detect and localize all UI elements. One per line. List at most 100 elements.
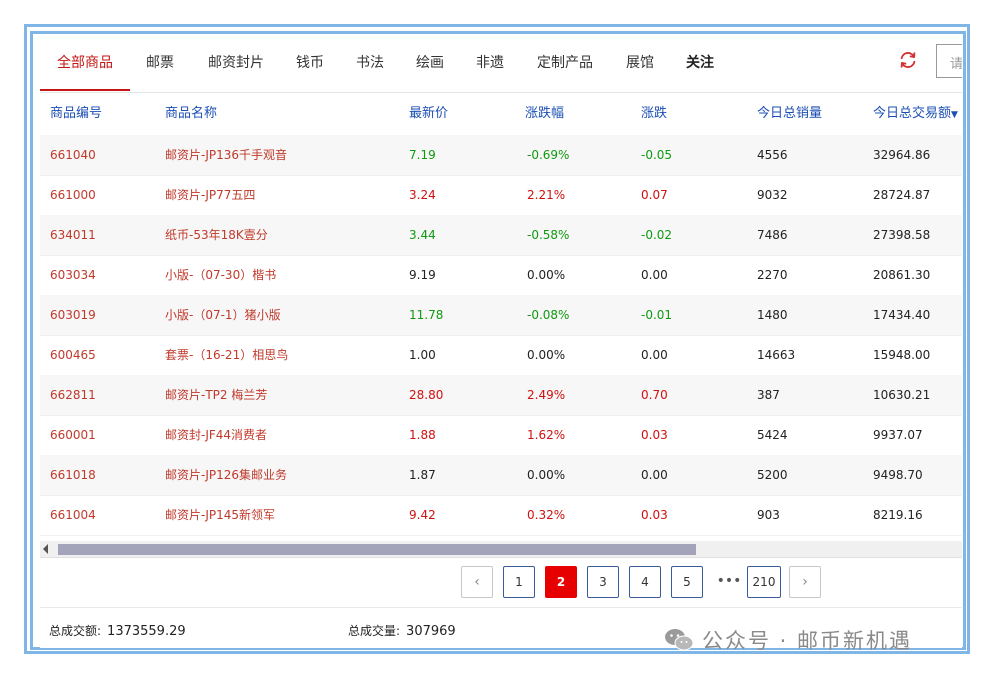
tab-intangible-heritage[interactable]: 非遗 xyxy=(466,36,514,91)
active-tab-indicator xyxy=(40,89,130,91)
column-header-amount-label: 今日总交易额 xyxy=(873,106,952,121)
cell-name[interactable]: 套票-（16-21）相思鸟 xyxy=(165,335,288,375)
cell-price: 9.19 xyxy=(409,268,436,282)
cell-price: 9.42 xyxy=(409,508,436,522)
cell-amount: 17434.40 xyxy=(873,308,931,322)
page-button-4[interactable]: 4 xyxy=(629,566,661,598)
page-button-1[interactable]: 1 xyxy=(503,566,535,598)
table-row[interactable]: 603034 小版-（07-30）楷书 9.19 0.00% 0.00 2270 20861… xyxy=(40,255,962,296)
tab-painting[interactable]: 绘画 xyxy=(406,36,454,91)
cell-code[interactable]: 600465 xyxy=(50,335,96,375)
cell-volume: 5424 xyxy=(757,428,788,442)
cell-amount: 27398.58 xyxy=(873,228,931,242)
cell-volume: 14663 xyxy=(757,348,796,362)
tab-follow[interactable]: 关注 xyxy=(676,36,724,91)
tab-calligraphy[interactable]: 书法 xyxy=(346,36,394,91)
cell-name[interactable]: 纸币-53年18K壹分 xyxy=(165,215,268,255)
cell-change-pct: 2.21% xyxy=(527,188,566,202)
cell-code[interactable]: 603019 xyxy=(50,295,96,335)
tab-postal-stationery[interactable]: 邮资封片 xyxy=(198,36,274,91)
cell-name[interactable]: 邮资片-JP136千手观音 xyxy=(165,135,287,175)
cell-name[interactable]: 小版-（07-1）猪小版 xyxy=(165,295,281,335)
category-tabs: 全部商品 邮票 邮资封片 钱币 书法 绘画 非遗 定制产品 展馆 关注 请 xyxy=(40,36,962,93)
tab-coins[interactable]: 钱币 xyxy=(286,36,334,91)
table-row[interactable]: 662811 邮资片-TP2 梅兰芳 28.80 2.49% 0.70 387 10630.… xyxy=(40,375,962,416)
cell-name[interactable]: 邮资片-TP2 梅兰芳 xyxy=(165,375,267,415)
cell-name[interactable]: 邮资片-JP126集邮业务 xyxy=(165,455,287,495)
cell-amount: 8219.16 xyxy=(873,508,923,522)
cell-change-pct: 0.00% xyxy=(527,348,566,362)
search-placeholder: 请 xyxy=(950,57,962,72)
total-turnover-label: 总成交额: xyxy=(49,624,102,638)
column-header-price[interactable]: 最新价 xyxy=(409,93,448,135)
cell-change: 0.03 xyxy=(641,508,668,522)
cell-code[interactable]: 661000 xyxy=(50,175,96,215)
cell-volume: 4556 xyxy=(757,148,788,162)
cell-code[interactable]: 634011 xyxy=(50,215,96,255)
cell-change-pct: -0.58% xyxy=(527,228,570,242)
cell-code[interactable]: 660001 xyxy=(50,415,96,455)
refresh-icon[interactable] xyxy=(898,50,918,70)
cell-name[interactable]: 邮资封-JF44消费者 xyxy=(165,415,267,455)
cell-code[interactable]: 661004 xyxy=(50,495,96,535)
column-header-change-pct[interactable]: 涨跌幅 xyxy=(525,93,564,135)
table-row[interactable]: 661040 邮资片-JP136千手观音 7.19 -0.69% -0.05 4556 32… xyxy=(40,135,962,176)
cell-code[interactable]: 661040 xyxy=(50,135,96,175)
cell-volume: 2270 xyxy=(757,268,788,282)
cell-change: 0.70 xyxy=(641,388,668,402)
cell-name[interactable]: 小版-（07-30）楷书 xyxy=(165,255,276,295)
column-header-amount[interactable]: 今日总交易额▼ xyxy=(873,93,958,136)
page-button-3[interactable]: 3 xyxy=(587,566,619,598)
tab-stamps[interactable]: 邮票 xyxy=(132,36,188,91)
page-button-5[interactable]: 5 xyxy=(671,566,703,598)
column-header-name[interactable]: 商品名称 xyxy=(165,93,217,135)
cell-name[interactable]: 邮资片-JP145新领军 xyxy=(165,495,275,535)
table-row[interactable]: 660001 邮资封-JF44消费者 1.88 1.62% 0.03 5424 9937.0… xyxy=(40,415,962,456)
cell-change: -0.02 xyxy=(641,228,673,242)
cell-code[interactable]: 662811 xyxy=(50,375,96,415)
next-page-button[interactable]: › xyxy=(789,566,821,598)
table-header: 商品编号 商品名称 最新价 涨跌幅 涨跌 今日总销量 今日总交易额▼ xyxy=(40,93,962,136)
column-header-volume[interactable]: 今日总销量 xyxy=(757,93,822,135)
table-row[interactable]: 600465 套票-（16-21）相思鸟 1.00 0.00% 0.00 14663 159… xyxy=(40,335,962,376)
wechat-icon xyxy=(665,629,694,651)
tab-custom-products[interactable]: 定制产品 xyxy=(528,36,602,91)
horizontal-scrollbar[interactable] xyxy=(40,541,962,558)
total-volume-value: 307969 xyxy=(406,624,456,639)
cell-price: 28.80 xyxy=(409,388,444,402)
cell-volume: 387 xyxy=(757,388,780,402)
cell-price: 11.78 xyxy=(409,308,444,322)
cell-price: 3.44 xyxy=(409,228,436,242)
cell-change: 0.00 xyxy=(641,268,668,282)
page-button-2[interactable]: 2 xyxy=(545,566,577,598)
cell-change: -0.05 xyxy=(641,148,673,162)
search-input[interactable]: 请 xyxy=(936,44,962,78)
cell-change-pct: -0.69% xyxy=(527,148,570,162)
total-turnover: 总成交额: 1373559.29 xyxy=(49,622,186,639)
column-header-code[interactable]: 商品编号 xyxy=(50,93,102,135)
table-row[interactable]: 634011 纸币-53年18K壹分 3.44 -0.58% -0.02 7486 2739… xyxy=(40,215,962,256)
tab-exhibition[interactable]: 展馆 xyxy=(616,36,664,91)
table-row[interactable]: 603019 小版-（07-1）猪小版 11.78 -0.08% -0.01 1480 17… xyxy=(40,295,962,336)
scroll-left-arrow-icon[interactable] xyxy=(43,544,48,554)
prev-page-button[interactable]: ‹ xyxy=(461,566,493,598)
market-panel: 全部商品 邮票 邮资封片 钱币 书法 绘画 非遗 定制产品 展馆 关注 请 商品… xyxy=(40,36,962,648)
tab-all[interactable]: 全部商品 xyxy=(40,36,130,91)
cell-change-pct: 0.00% xyxy=(527,268,566,282)
cell-change: 0.00 xyxy=(641,348,668,362)
cell-volume: 1480 xyxy=(757,308,788,322)
cell-name[interactable]: 邮资片-JP77五四 xyxy=(165,175,255,215)
cell-code[interactable]: 603034 xyxy=(50,255,96,295)
scrollbar-thumb[interactable] xyxy=(58,544,696,555)
cell-amount: 9937.07 xyxy=(873,428,923,442)
cell-volume: 9032 xyxy=(757,188,788,202)
column-header-change[interactable]: 涨跌 xyxy=(641,93,667,135)
cell-code[interactable]: 661018 xyxy=(50,455,96,495)
sort-down-icon[interactable]: ▼ xyxy=(951,110,958,120)
page-button-last[interactable]: 210 xyxy=(747,566,781,598)
watermark: 公众号 · 邮币新机遇 xyxy=(664,622,912,658)
table-row[interactable]: 661004 邮资片-JP145新领军 9.42 0.32% 0.03 903 8219.1… xyxy=(40,495,962,536)
table-row[interactable]: 661000 邮资片-JP77五四 3.24 2.21% 0.07 9032 28724.8… xyxy=(40,175,962,216)
total-volume-label: 总成交量: xyxy=(348,624,401,638)
table-row[interactable]: 661018 邮资片-JP126集邮业务 1.87 0.00% 0.00 5200 9498… xyxy=(40,455,962,496)
